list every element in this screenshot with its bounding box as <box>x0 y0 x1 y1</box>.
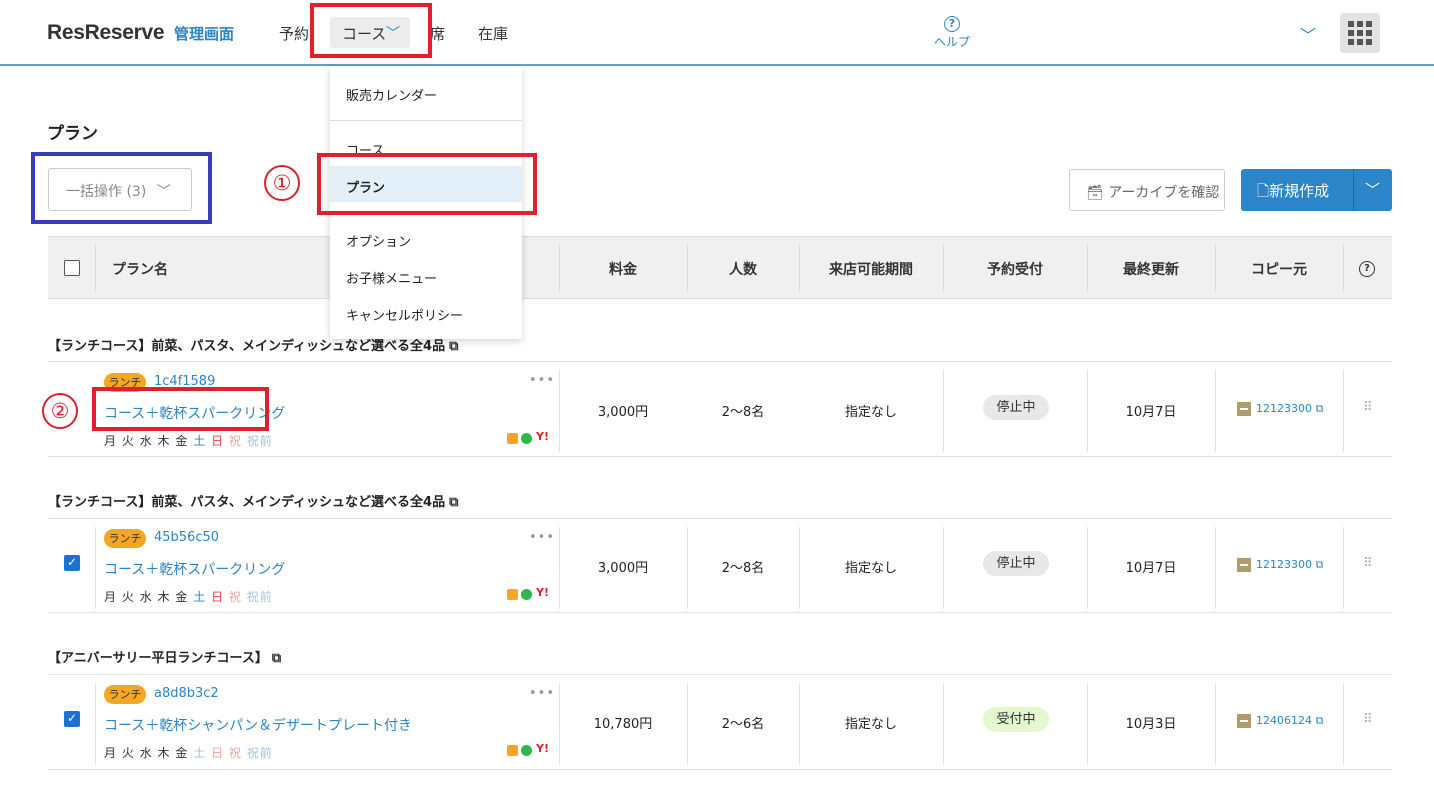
annotation-box-bulk-action <box>31 152 212 224</box>
yahoo-icon: Y! <box>536 430 549 443</box>
button-divider <box>1353 169 1354 211</box>
line-icon <box>521 745 532 756</box>
last-updated-cell: 10月7日 <box>1125 405 1177 420</box>
visit-period-cell: 指定なし <box>844 561 897 576</box>
copy-source-link[interactable]: 12123300 ⧉ <box>1237 402 1323 416</box>
drag-handle-icon[interactable]: ⠿ <box>1363 401 1373 414</box>
external-link-icon: ⧉ <box>1315 714 1324 727</box>
column-price: 料金 <box>609 262 637 278</box>
last-updated-cell: 10月3日 <box>1125 717 1177 732</box>
tabelog-icon <box>507 433 518 444</box>
archive-button[interactable]: 🗃 アーカイブを確認 <box>1069 169 1225 211</box>
people-cell: 2〜8名 <box>721 561 765 576</box>
status-badge: 停止中 <box>983 395 1049 420</box>
table-header: プラン名 料金 人数 来店可能期間 予約受付 最終更新 コピー元 ? <box>48 236 1392 299</box>
visit-period-cell: 指定なし <box>844 717 897 732</box>
column-people: 人数 <box>729 262 757 278</box>
row-checkbox[interactable]: ✓ <box>64 555 80 571</box>
lunch-badge: ランチ <box>104 529 146 548</box>
available-days: 月 火 水 木 金 土 日 祝 祝前 <box>104 746 273 760</box>
tabelog-icon <box>507 745 518 756</box>
copy-source-icon <box>1237 714 1251 728</box>
column-copy-source: コピー元 <box>1251 262 1307 278</box>
document-icon: 🗋 <box>1257 182 1270 200</box>
column-last-updated: 最終更新 <box>1123 262 1179 278</box>
status-badge: 停止中 <box>983 551 1049 576</box>
copy-source-link[interactable]: 12406124 ⧉ <box>1237 714 1323 728</box>
apps-grid-icon[interactable] <box>1340 13 1380 53</box>
drag-handle-icon[interactable]: ⠿ <box>1363 557 1373 570</box>
nav-reservations[interactable]: 予約 <box>279 23 309 44</box>
annotation-box-plan-name <box>92 387 269 431</box>
tabelog-icon <box>507 589 518 600</box>
annotation-step-1: ① <box>264 165 300 201</box>
copy-source-icon <box>1237 558 1251 572</box>
archive-icon: 🗃 <box>1086 185 1104 201</box>
lunch-badge: ランチ <box>104 685 146 704</box>
select-all-checkbox[interactable] <box>64 260 80 276</box>
external-link-icon: ⧉ <box>1315 402 1324 415</box>
last-updated-cell: 10月7日 <box>1125 561 1177 576</box>
app-logo-subtitle: 管理画面 <box>174 25 235 43</box>
people-cell: 2〜8名 <box>721 405 765 420</box>
menu-item-kids-menu[interactable]: お子様メニュー <box>346 268 437 287</box>
more-icon[interactable]: ••• <box>529 530 555 545</box>
course-group-title[interactable]: 【アニバーサリー平日ランチコース】 ⧉ <box>48 647 281 666</box>
external-link-icon[interactable]: ⧉ <box>449 495 458 510</box>
price-cell: 3,000円 <box>597 561 649 576</box>
help-icon[interactable]: ? <box>1359 261 1375 277</box>
external-link-icon: ⧉ <box>1315 558 1324 571</box>
external-link-icon[interactable]: ⧉ <box>449 339 458 354</box>
visit-period-cell: 指定なし <box>844 405 897 420</box>
top-navigation-bar: ResReserve 管理画面 予約 コース ﹀ 席 在庫 ? ヘルプ ﹀ <box>0 0 1434 66</box>
plan-name-link[interactable]: コース＋乾杯シャンパン＆デザートプレート付き <box>104 715 412 735</box>
available-days: 月 火 水 木 金 土 日 祝 祝前 <box>104 434 273 448</box>
annotation-box-course-nav <box>310 3 432 58</box>
available-days: 月 火 水 木 金 土 日 祝 祝前 <box>104 590 273 604</box>
plan-code[interactable]: 45b56c50 <box>154 530 219 545</box>
help-label: ヘルプ <box>933 35 970 49</box>
yahoo-icon: Y! <box>536 586 549 599</box>
price-cell: 3,000円 <box>597 405 649 420</box>
help-icon: ? <box>944 16 960 32</box>
menu-item-cancel-policy[interactable]: キャンセルポリシー <box>346 305 463 324</box>
annotation-step-2: ② <box>42 393 78 429</box>
column-reservation-status: 予約受付 <box>987 262 1043 278</box>
yahoo-icon: Y! <box>536 742 549 755</box>
new-button-label: 新規作成 <box>1269 182 1330 200</box>
people-cell: 2〜6名 <box>721 717 765 732</box>
plan-name-link[interactable]: コース＋乾杯スパークリング <box>104 559 285 579</box>
copy-source-icon <box>1237 402 1251 416</box>
column-plan-name: プラン名 <box>112 262 168 278</box>
course-group-title[interactable]: 【ランチコース】前菜、パスタ、メインディッシュなど選べる全4品 ⧉ <box>48 491 458 510</box>
line-icon <box>521 433 532 444</box>
menu-item-sales-calendar[interactable]: 販売カレンダー <box>346 85 437 104</box>
page-title: プラン <box>47 124 98 144</box>
nav-seats[interactable]: 席 <box>430 23 445 44</box>
menu-item-options[interactable]: オプション <box>346 231 411 250</box>
account-chevron-down-icon[interactable]: ﹀ <box>1300 22 1316 46</box>
nav-inventory[interactable]: 在庫 <box>478 23 508 44</box>
row-checkbox[interactable]: ✓ <box>64 711 80 727</box>
price-cell: 10,780円 <box>593 717 653 732</box>
annotation-box-plan-menu <box>317 153 537 215</box>
new-plan-options-chevron-icon[interactable]: ﹀ <box>1365 179 1380 200</box>
help-link[interactable]: ? ヘルプ <box>930 12 974 50</box>
plan-code[interactable]: a8d8b3c2 <box>154 686 219 701</box>
new-plan-button[interactable]: 🗋新規作成 ﹀ <box>1241 169 1392 211</box>
column-visit-period: 来店可能期間 <box>829 262 913 278</box>
copy-source-link[interactable]: 12123300 ⧉ <box>1237 558 1323 572</box>
external-link-icon[interactable]: ⧉ <box>272 651 281 666</box>
drag-handle-icon[interactable]: ⠿ <box>1363 713 1373 726</box>
archive-button-label: アーカイブを確認 <box>1108 185 1220 201</box>
more-icon[interactable]: ••• <box>529 686 555 701</box>
status-badge: 受付中 <box>983 707 1049 732</box>
more-icon[interactable]: ••• <box>529 373 555 388</box>
app-logo[interactable]: ResReserve <box>47 21 165 45</box>
line-icon <box>521 589 532 600</box>
